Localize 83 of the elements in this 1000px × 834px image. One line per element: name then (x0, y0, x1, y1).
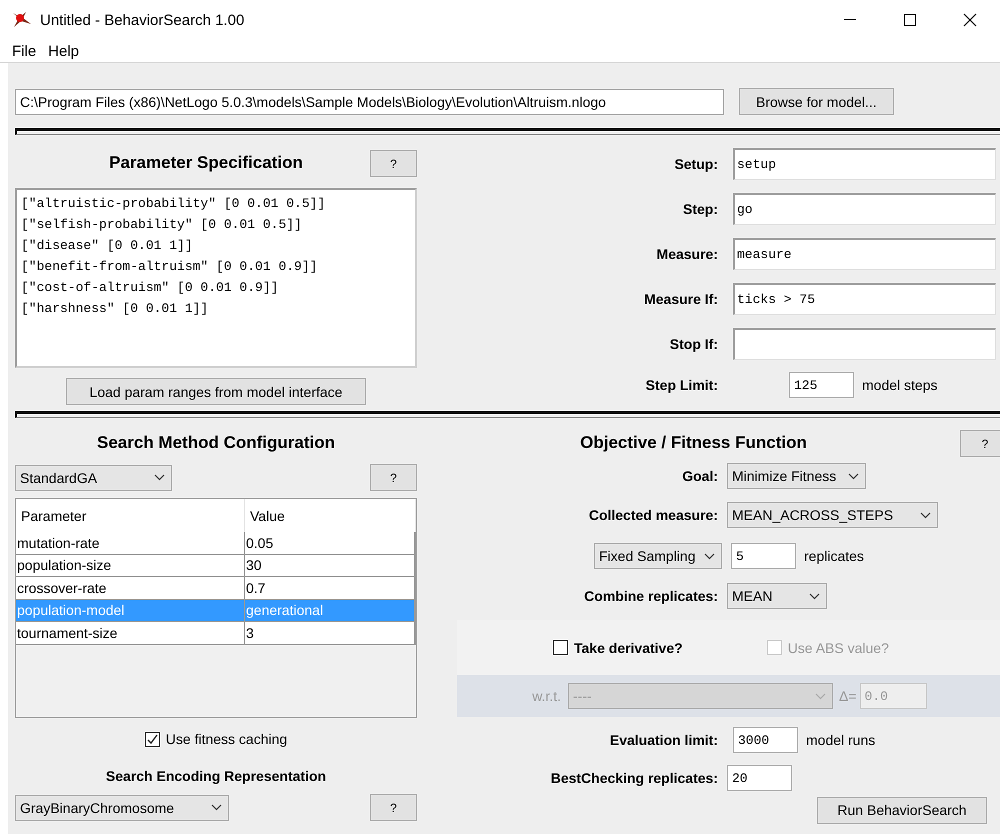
field-label: Step Limit: (644, 377, 718, 393)
code-line: ["benefit-from-altruism" [0 0.01 0.9]] (21, 258, 318, 276)
field-label: Step: (682, 201, 718, 217)
table-cell: mutation-rate (16, 532, 245, 554)
table-cell: crossover-rate (16, 577, 245, 598)
field-label: Measure: (656, 246, 718, 262)
table-cell: generational (245, 600, 415, 621)
parameter-text-area[interactable]: ["altruistic-probability" [0 0.01 0.5]] ["selfish-probability" [0 0.01 0.5]] ["disease" [0 0.01 1]] ["benefit-from-altruism" [0 0.01 0.9]] ["cost-of-altruism" [0 0.01 0.9]] ["harshness" [0 0.01 1]] (15, 188, 417, 368)
table-cell: population-model (16, 600, 245, 621)
checkbox-label: Use ABS value? (788, 640, 889, 656)
input-field[interactable]: ticks > 75 (733, 283, 996, 315)
code-line: ["harshness" [0 0.01 1]] (21, 300, 210, 318)
help-button[interactable]: ? (370, 794, 417, 821)
help-button[interactable]: ? (960, 430, 1000, 457)
maximize-icon (904, 14, 916, 26)
checkbox[interactable] (553, 640, 568, 655)
table-cell: 0.7 (245, 577, 415, 598)
field-label: w.r.t. (531, 688, 561, 704)
chevron-icon (848, 472, 859, 480)
section-title: Objective / Fitness Function (580, 433, 807, 453)
code-line: ["selfish-probability" [0 0.01 0.5]] (21, 216, 303, 234)
help-button[interactable]: ? (370, 150, 417, 177)
dropdown[interactable]: MEAN (727, 583, 827, 609)
dropdown[interactable]: Fixed Sampling (594, 543, 722, 569)
dropdown[interactable]: GrayBinaryChromosome (15, 794, 229, 820)
close-icon (963, 13, 977, 27)
input-field[interactable]: 3000 (733, 727, 798, 753)
checkbox-label: Use fitness caching (166, 731, 288, 747)
input-field[interactable]: go (733, 193, 996, 225)
input-field[interactable]: 125 (789, 372, 854, 398)
input-field[interactable]: setup (733, 148, 996, 180)
table-cell: population-size (16, 554, 245, 576)
delta-label: Δ= (839, 688, 857, 704)
checkbox[interactable] (144, 732, 160, 746)
chevron-icon (704, 552, 715, 560)
code-line: ["altruistic-probability" [0 0.01 0.5]] (21, 195, 326, 213)
chevron-icon (920, 512, 931, 518)
section-title: Search Method Configuration (97, 433, 335, 453)
unit-label: model runs (806, 732, 876, 748)
help-button[interactable]: ? (370, 464, 417, 491)
dropdown[interactable]: MEAN_ACROSS_STEPS (727, 502, 938, 528)
checkbox-label: Take derivative? (574, 640, 683, 656)
table-row[interactable]: tournament-size 3 (16, 622, 416, 644)
chevron-icon (154, 474, 165, 481)
section-title: Search Encoding Representation (106, 768, 326, 784)
unit-label: model steps (862, 377, 938, 393)
dropdown[interactable]: StandardGA (15, 464, 172, 490)
chevron-icon (809, 592, 820, 600)
load-ranges-button[interactable]: Load param ranges from model interface (66, 378, 366, 405)
field-label: Combine replicates: (583, 588, 718, 604)
table-cell: 30 (245, 554, 415, 576)
code-line: ["cost-of-altruism" [0 0.01 0.9]] (21, 279, 280, 297)
section-title: Parameter Specification (109, 153, 303, 173)
input-field[interactable]: 5 (731, 543, 796, 569)
run-button[interactable]: Run BehaviorSearch (817, 796, 987, 824)
dropdown[interactable]: Minimize Fitness (727, 463, 866, 489)
table-row[interactable]: crossover-rate 0.7 (16, 577, 416, 600)
field-label: BestChecking replicates: (550, 770, 718, 786)
unit-label: replicates (804, 548, 864, 564)
code-line: ["disease" [0 0.01 1]] (21, 237, 194, 255)
field-label: Collected measure: (588, 507, 718, 523)
field-label: Stop If: (668, 336, 718, 352)
app-logo-icon (12, 11, 32, 29)
chevron-icon (815, 692, 826, 700)
table-row[interactable]: mutation-rate 0.05 (16, 532, 416, 554)
menu-item[interactable]: Help (40, 42, 84, 60)
field-label: Goal: (681, 468, 718, 484)
minimize-icon (844, 19, 856, 21)
input-field[interactable]: 20 (727, 765, 792, 791)
field-label: Measure If: (643, 291, 718, 307)
input-field[interactable]: measure (733, 238, 996, 270)
browse-button[interactable]: Browse for model... (739, 88, 894, 115)
table-cell: tournament-size (16, 622, 245, 644)
chevron-icon (211, 804, 222, 811)
field-label: Setup: (673, 156, 718, 172)
input-field[interactable] (733, 328, 996, 360)
model-path-field[interactable]: C:\Program Files (x86)\NetLogo 5.0.3\models\Sample Models\Biology\Evolution\Altruism.nlogo (15, 88, 724, 114)
window-title: Untitled - BehaviorSearch 1.00 (40, 12, 244, 28)
table-row[interactable]: population-size 30 (16, 554, 416, 577)
table-cell: 0.05 (245, 532, 415, 554)
field-label: Evaluation limit: (608, 732, 718, 748)
menu-item[interactable]: File (4, 42, 40, 60)
table-cell: 3 (245, 622, 415, 644)
